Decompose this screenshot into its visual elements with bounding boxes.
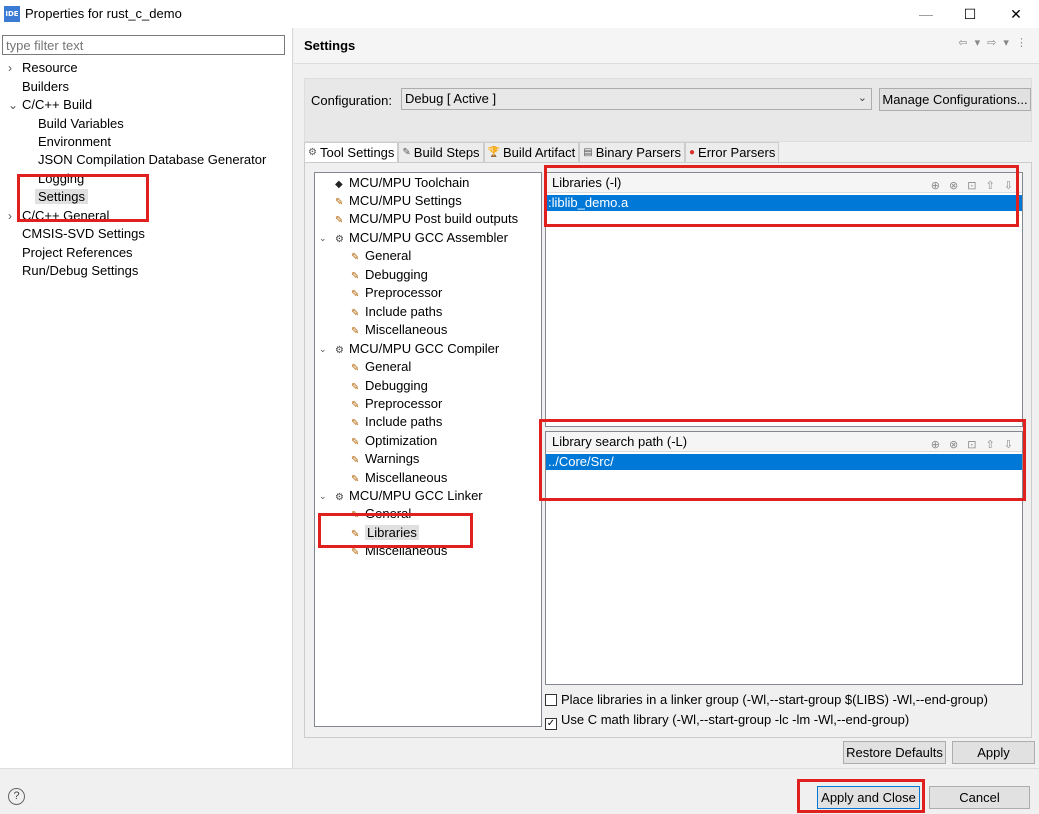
checkmark-icon[interactable]: ✓ [545, 718, 557, 730]
tree-item-gcc-linker[interactable]: ⚙ MCU/MPU GCC Linker [335, 487, 483, 505]
restore-defaults-button[interactable]: Restore Defaults [843, 741, 946, 764]
tab-binary-parsers[interactable]: ▤ Binary Parsers [579, 142, 685, 162]
tree-item-gcc-compiler[interactable]: ⚙ MCU/MPU GCC Compiler [335, 340, 499, 358]
tree-item-asm-include-paths[interactable]: ✎ Include paths [351, 303, 442, 321]
nav-label-resource[interactable]: Resource [22, 59, 78, 77]
gear-icon: ⚙ [335, 234, 344, 245]
help-icon[interactable]: ? [8, 788, 25, 805]
settings-page-icon: ✎ [351, 363, 360, 374]
tree-item-toolchain[interactable]: ◆ MCU/MPU Toolchain [335, 174, 469, 192]
gear-icon: ⚙ [308, 146, 317, 158]
tree-item-gcc-assembler[interactable]: ⚙ MCU/MPU GCC Assembler [335, 229, 508, 247]
gear-icon: ⚙ [335, 492, 344, 503]
settings-page-icon: ✎ [351, 252, 360, 263]
configuration-group: Configuration: Debug [ Active ] ⌄ Manage… [304, 78, 1032, 142]
annotation-box [539, 419, 1026, 501]
tree-item-cc-general[interactable]: ✎ General [351, 358, 411, 376]
tree-item-cc-preprocessor[interactable]: ✎ Preprocessor [351, 395, 442, 413]
nav-item-project-references[interactable]: Project References [22, 244, 133, 262]
nav-item-builders[interactable]: Builders [22, 78, 69, 96]
pencil-icon: ✎ [402, 146, 411, 158]
settings-page-icon: ✎ [335, 215, 344, 226]
tree-item-asm-misc[interactable]: ✎ Miscellaneous [351, 321, 447, 339]
close-button[interactable]: ✕ [993, 0, 1039, 28]
navigation-arrows-icon[interactable]: ⇦ ▾ ⇨ ▾ ⋮ [958, 36, 1029, 49]
maximize-button[interactable]: ☐ [947, 0, 993, 28]
annotation-box [17, 174, 149, 222]
configuration-label: Configuration: [311, 93, 392, 108]
nav-item-json-compilation[interactable]: JSON Compilation Database Generator [38, 151, 266, 169]
settings-page-icon: ✎ [351, 289, 360, 300]
tree-item-cc-include-paths[interactable]: ✎ Include paths [351, 413, 442, 431]
chevron-right-icon[interactable]: › [8, 61, 12, 75]
tree-item-asm-debugging[interactable]: ✎ Debugging [351, 266, 428, 284]
settings-page-icon: ✎ [351, 326, 360, 337]
annotation-box [544, 165, 1019, 227]
nav-item-resource[interactable]: › [8, 59, 12, 77]
error-icon: ● [688, 146, 696, 158]
tab-build-artifact[interactable]: 🏆 Build Artifact [483, 142, 580, 162]
tree-item-post-build[interactable]: ✎ MCU/MPU Post build outputs [335, 210, 518, 228]
settings-page-icon: ✎ [351, 418, 360, 429]
chevron-down-icon[interactable]: ⌄ [319, 491, 327, 502]
ide-app-icon: IDE [4, 6, 20, 22]
tree-item-mcu-settings[interactable]: ✎ MCU/MPU Settings [335, 192, 462, 210]
chevron-down-icon[interactable]: ⌄ [319, 233, 327, 244]
checkbox-unchecked[interactable] [545, 694, 557, 706]
chevron-down-icon[interactable]: ⌄ [8, 96, 18, 114]
tree-item-asm-general[interactable]: ✎ General [351, 247, 411, 265]
tree-item-cc-warnings[interactable]: ✎ Warnings [351, 450, 419, 468]
tool-tree: ◆ MCU/MPU Toolchain ✎ MCU/MPU Settings ✎ MC… [314, 172, 542, 727]
title-bar: IDE Properties for rust_c_demo — ☐ ✕ [0, 0, 1039, 28]
chevron-down-icon[interactable]: ⌄ [858, 91, 867, 104]
tree-item-cc-optimization[interactable]: ✎ Optimization [351, 432, 437, 450]
nav-item-cmsis-svd[interactable]: CMSIS-SVD Settings [22, 225, 145, 243]
chevron-right-icon[interactable]: › [8, 207, 12, 225]
tab-error-parsers[interactable]: ● Error Parsers [684, 142, 780, 162]
nav-item-cc-build[interactable]: C/C++ Build [22, 96, 92, 114]
nav-item-environment[interactable]: Environment [38, 133, 111, 151]
filter-input[interactable] [2, 35, 285, 55]
annotation-box [797, 779, 925, 813]
annotation-box [318, 513, 473, 548]
property-page-tree: › Resource Builders ⌄ C/C++ Build Build … [0, 28, 293, 768]
tree-item-cc-debugging[interactable]: ✎ Debugging [351, 377, 428, 395]
c-math-checkbox[interactable]: ✓ Use C math library (-Wl,--start-group -… [545, 712, 909, 730]
nav-item-build-variables[interactable]: Build Variables [38, 115, 124, 133]
configuration-value: Debug [ Active ] [405, 91, 497, 106]
settings-page-icon: ✎ [351, 455, 360, 466]
apply-button[interactable]: Apply [952, 741, 1035, 764]
window-title: Properties for rust_c_demo [25, 6, 182, 21]
binary-icon: ▤ [583, 146, 593, 158]
nav-item-run-debug[interactable]: Run/Debug Settings [22, 262, 138, 280]
settings-tabs: ⚙ Tool Settings ✎ Build Steps 🏆 Build Artif… [304, 142, 780, 162]
manage-configurations-button[interactable]: Manage Configurations... [879, 88, 1031, 111]
configuration-select[interactable]: Debug [ Active ] ⌄ [401, 88, 872, 110]
chevron-down-icon[interactable]: ⌄ [319, 344, 327, 355]
gear-icon: ⚙ [335, 345, 344, 356]
trophy-icon: 🏆 [487, 146, 501, 158]
tree-item-asm-preprocessor[interactable]: ✎ Preprocessor [351, 284, 442, 302]
cancel-button[interactable]: Cancel [929, 786, 1030, 809]
settings-page: Settings ⇦ ▾ ⇨ ▾ ⋮ Configuration: Debug … [294, 28, 1039, 768]
linker-group-checkbox[interactable]: Place libraries in a linker group (-Wl,-… [545, 692, 988, 708]
tab-build-steps[interactable]: ✎ Build Steps [398, 142, 484, 162]
minimize-button[interactable]: — [903, 0, 949, 28]
tab-tool-settings[interactable]: ⚙ Tool Settings [304, 142, 399, 162]
page-title: Settings [304, 38, 356, 53]
tree-item-cc-misc[interactable]: ✎ Miscellaneous [351, 469, 447, 487]
settings-header: Settings ⇦ ▾ ⇨ ▾ ⋮ [294, 28, 1039, 64]
